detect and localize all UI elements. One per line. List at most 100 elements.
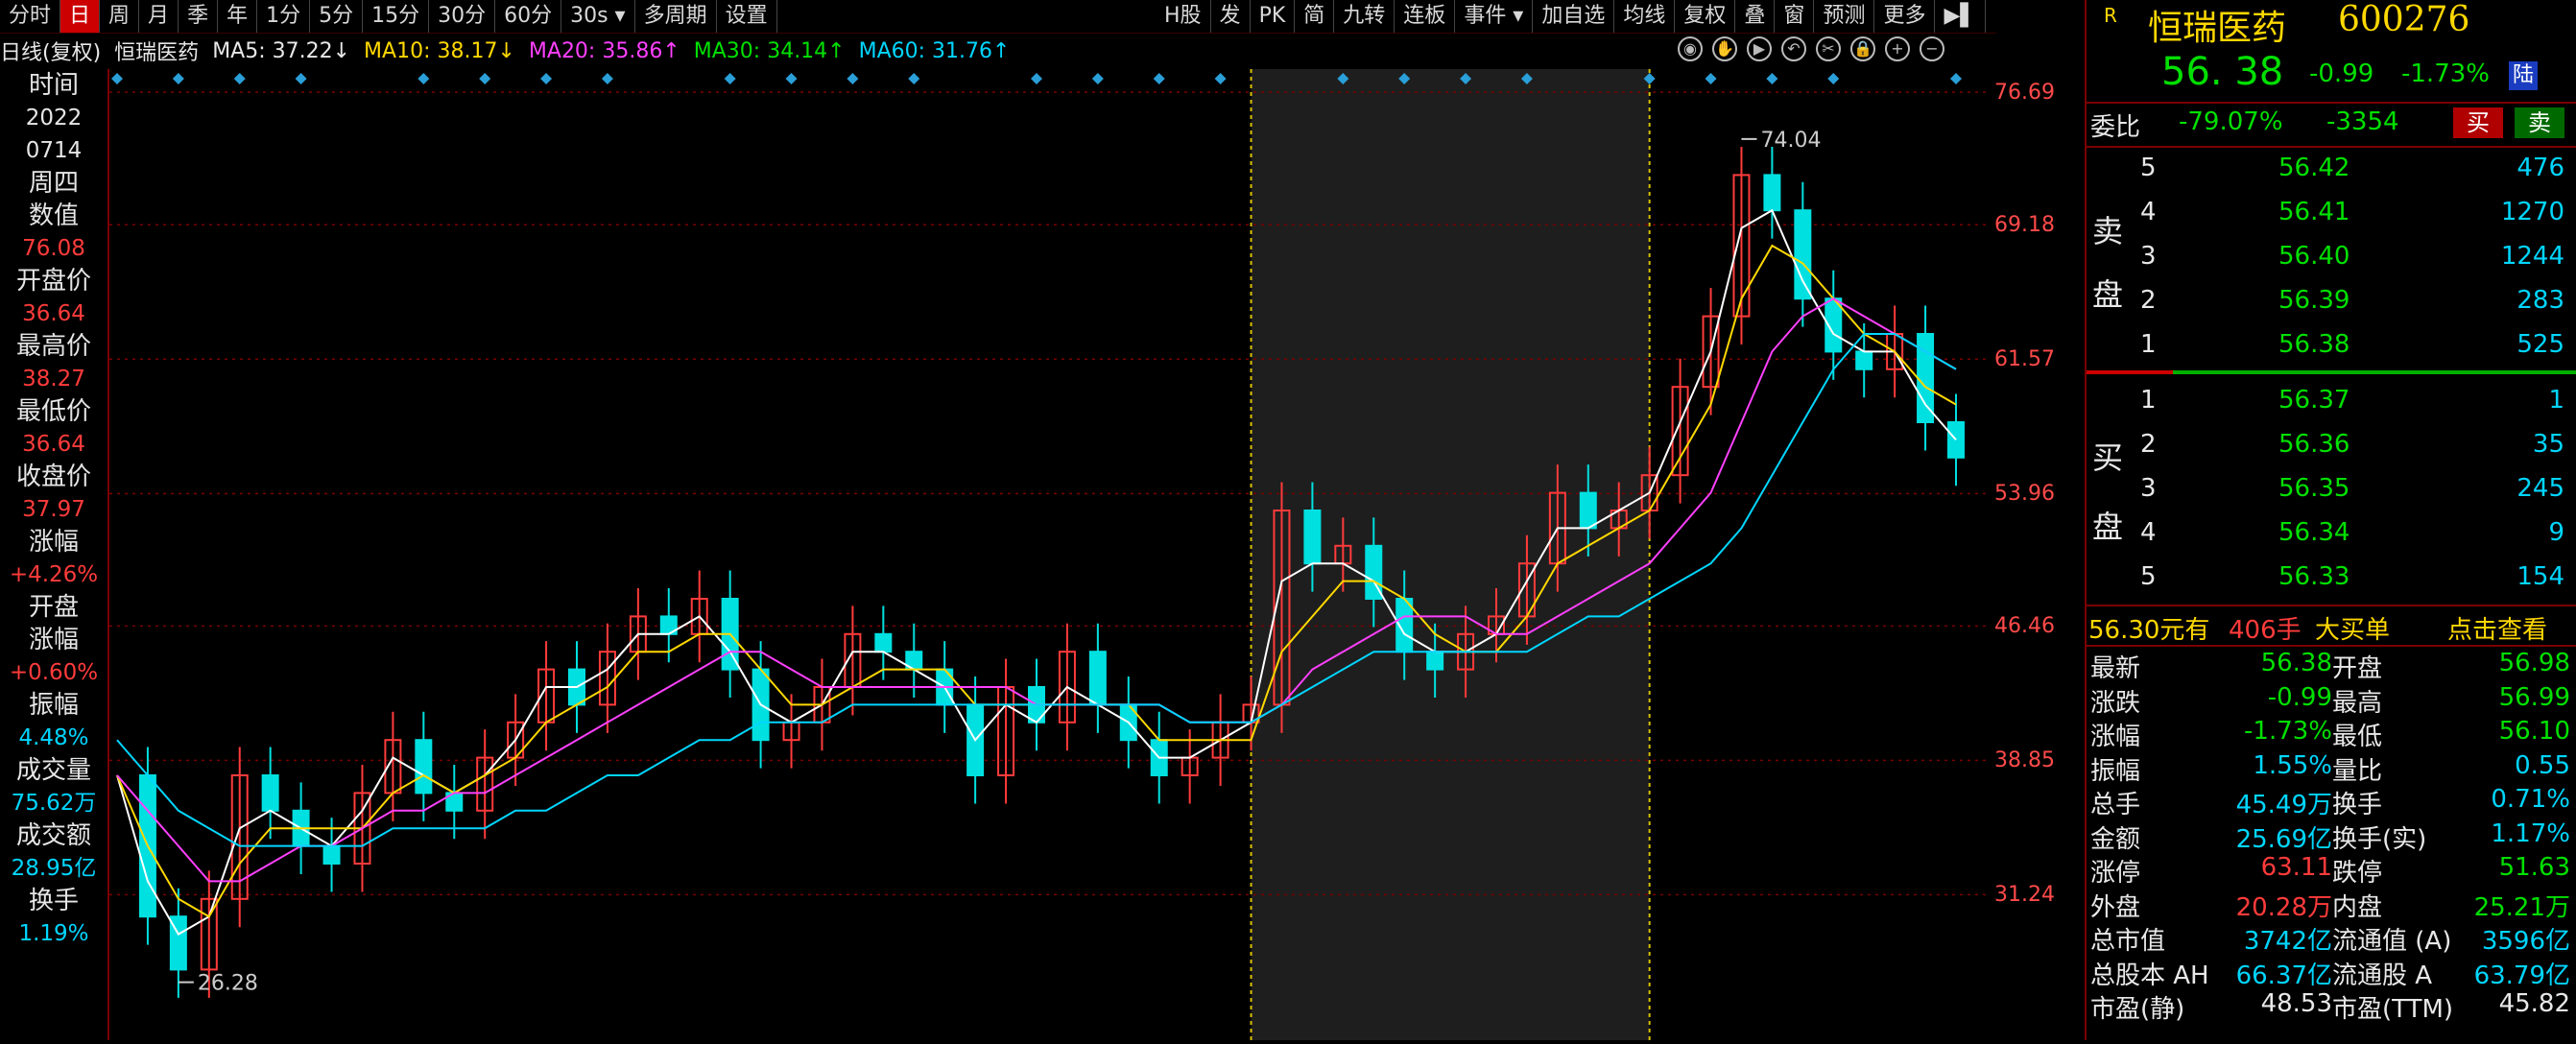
period-tab[interactable]: 30s ▾ — [561, 0, 635, 33]
tool-menu-item[interactable]: 连板 — [1395, 0, 1456, 33]
kline-chart[interactable]: 74.04 26.28 — [109, 69, 1987, 1040]
info-label: 数值 — [28, 202, 79, 230]
ma-line — [116, 208, 1957, 936]
info-label: 换手 — [28, 887, 79, 915]
info-value: 2022 — [25, 106, 83, 130]
candle-body — [874, 632, 893, 653]
stat-l2: 跌停 — [2332, 859, 2383, 888]
kline-chart-svg[interactable]: 74.04 26.28 — [109, 69, 1987, 1040]
candle-body — [1855, 350, 1873, 370]
tool-menu-item[interactable]: 预测 — [1814, 0, 1875, 33]
period-tab[interactable]: 月 — [139, 0, 179, 33]
undo-icon[interactable]: ↶ — [1781, 36, 1806, 61]
period-tab[interactable]: 多周期 — [635, 0, 717, 33]
stat-v1: 66.37亿 — [2235, 961, 2332, 990]
hand-icon[interactable]: ✋ — [1712, 36, 1737, 61]
buy-side-label-1: 买 — [2092, 439, 2124, 476]
info-label: 开盘价 — [15, 267, 91, 296]
stat-v2: 56.99 — [2498, 682, 2570, 712]
market-tag: 陆 — [2509, 61, 2538, 90]
info-label: 开盘 — [28, 593, 79, 622]
lock-icon[interactable]: 🔒 — [1850, 36, 1875, 61]
eye-icon[interactable]: ◉ — [1678, 36, 1703, 61]
info-label: 成交额 — [15, 821, 91, 850]
stat-v1: -0.99 — [2267, 682, 2332, 712]
book-price: 56.34 — [2278, 518, 2350, 547]
signal-diamond — [1214, 73, 1227, 84]
period-tab[interactable]: 15分 — [363, 0, 430, 33]
book-lvl: 1 — [2140, 330, 2157, 359]
stock-code: 600276 — [2338, 0, 2470, 39]
stat-l1: 市盈(静) — [2090, 995, 2185, 1024]
stat-v2: 56.10 — [2498, 717, 2570, 746]
stat-v2: 0.71% — [2491, 785, 2570, 814]
period-tab[interactable]: 30分 — [429, 0, 496, 33]
info-label: 周四 — [28, 169, 79, 198]
candle-body — [1763, 174, 1781, 212]
tool-menu-item[interactable]: 九转 — [1334, 0, 1395, 33]
period-tab[interactable]: 日 — [60, 0, 101, 33]
info-value: +4.26% — [9, 562, 99, 587]
candle-body — [1579, 491, 1597, 530]
period-tab[interactable]: 季 — [179, 0, 219, 33]
stat-l2: 换手(实) — [2332, 824, 2427, 854]
stat-v2: 56.98 — [2498, 649, 2570, 677]
period-tab[interactable]: 5分 — [310, 0, 364, 33]
tool-menu-item[interactable]: ▶▌ — [1935, 0, 1987, 33]
tool-menu-item[interactable]: 叠 — [1735, 0, 1776, 33]
book-vol: 1270 — [2500, 198, 2564, 226]
tool-menu-item[interactable]: 均线 — [1614, 0, 1676, 33]
stat-l1: 外盘 — [2090, 892, 2141, 922]
signal-diamond — [233, 73, 246, 84]
tool-menu-item[interactable]: PK — [1251, 0, 1296, 33]
signal-diamond — [785, 73, 798, 84]
info-value: 4.48% — [18, 725, 89, 750]
period-tab[interactable]: 设置 — [717, 0, 777, 33]
signal-diamond — [847, 73, 859, 84]
tool-menu-item[interactable]: 复权 — [1675, 0, 1736, 33]
ma30-label: MA30: 34.14↑ — [693, 38, 846, 63]
period-tab[interactable]: 分时 — [0, 0, 61, 33]
big-order-link[interactable]: 点击查看 — [2447, 610, 2547, 646]
stat-l2: 量比 — [2332, 756, 2383, 786]
last-price: 56. 38 — [2161, 50, 2284, 94]
book-lvl: 2 — [2140, 286, 2157, 315]
stat-v2: 3596亿 — [2481, 927, 2570, 956]
buy-button[interactable]: 买 — [2453, 107, 2503, 138]
tool-menu-item[interactable]: 加自选 — [1533, 0, 1615, 33]
tool-menu-item[interactable]: 更多 — [1874, 0, 1936, 33]
stat-v2: 45.82 — [2498, 989, 2570, 1018]
chart-mode-label[interactable]: 日线(复权) — [0, 36, 101, 66]
ma10-label: MA10: 38.17↓ — [364, 38, 515, 63]
stat-v2: 51.63 — [2498, 853, 2570, 882]
tool-menu-item[interactable]: 窗 — [1775, 0, 1815, 33]
info-value: 1.19% — [18, 921, 89, 946]
book-lvl: 5 — [2140, 154, 2157, 182]
tool-menu-item[interactable]: H股 — [1156, 0, 1211, 33]
info-value: 76.08 — [22, 236, 85, 261]
zoom-in-icon[interactable]: + — [1885, 36, 1910, 61]
scissors-icon[interactable]: ✂ — [1816, 36, 1841, 61]
period-tab[interactable]: 60分 — [495, 0, 562, 33]
period-tab[interactable]: 年 — [218, 0, 258, 33]
period-tab[interactable]: 周 — [100, 0, 140, 33]
ma60-label: MA60: 31.76↑ — [858, 38, 1011, 63]
play-icon[interactable]: ▶ — [1747, 36, 1772, 61]
info-value: 0714 — [25, 138, 83, 163]
book-vol: 1 — [2548, 386, 2564, 415]
book-price: 56.40 — [2278, 242, 2350, 271]
price-change-pct: -1.73% — [2401, 59, 2490, 88]
tool-menu-item[interactable]: 事件 ▾ — [1455, 0, 1534, 33]
tool-menu-item[interactable]: 发 — [1211, 0, 1251, 33]
candle-body — [261, 774, 279, 812]
sell-button[interactable]: 卖 — [2515, 107, 2564, 138]
tool-menu-item[interactable]: 简 — [1295, 0, 1335, 33]
quote-panel: R 恒瑞医药 600276 56. 38 -0.99 -1.73% 陆 委比 -… — [2085, 0, 2576, 1040]
book-vol: 245 — [2516, 474, 2564, 503]
zoom-out-icon[interactable]: − — [1920, 36, 1944, 61]
stat-v1: 63.11 — [2260, 853, 2332, 882]
tool-menu: H股发 PK 简九转 连板 事件 ▾ 加自选 均线 复权叠窗预测 更多 ▶▌ — [1156, 0, 1987, 33]
price-axis-tick: 76.69 — [1994, 81, 2055, 106]
crosshair-info-panel: 时间 2022 0714 周四 数值 76.08 开盘价 36.64 最高价 38.27 最低价 36… — [0, 69, 109, 1040]
period-tab[interactable]: 1分 — [257, 0, 311, 33]
